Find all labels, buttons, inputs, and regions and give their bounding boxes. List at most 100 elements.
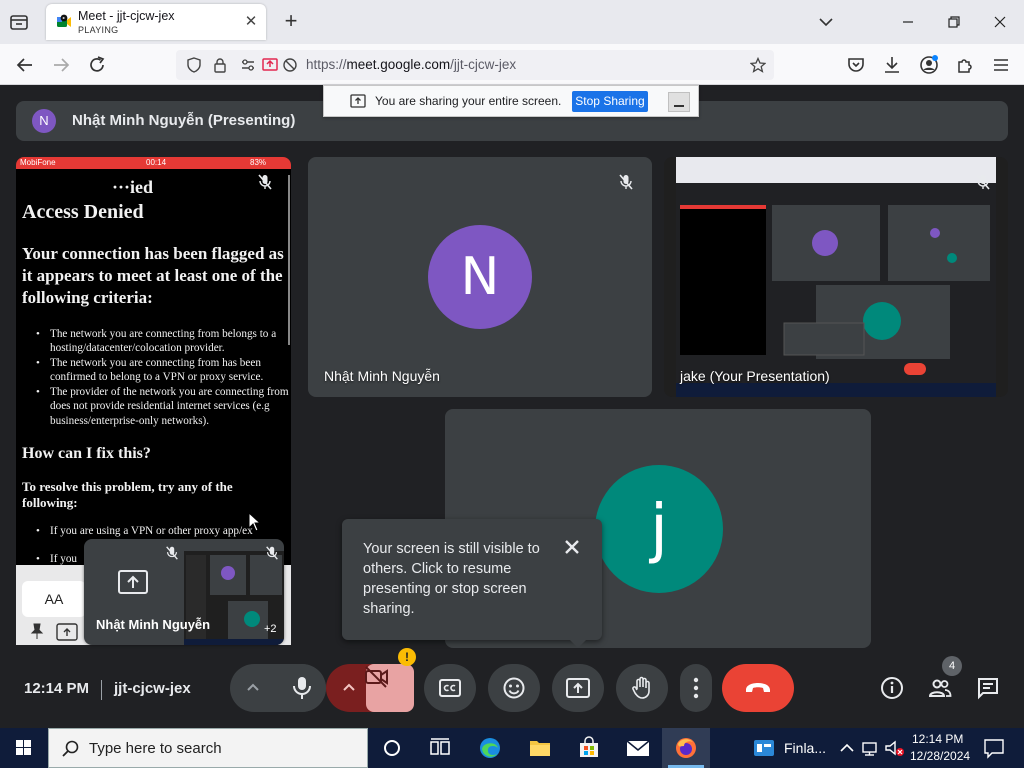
- file-explorer-icon[interactable]: [528, 736, 552, 760]
- share-screen-icon: [350, 94, 366, 108]
- tab-overflow-chevron-icon[interactable]: [816, 12, 836, 32]
- text-size-button[interactable]: AA: [22, 581, 86, 617]
- downloads-icon[interactable]: [881, 54, 903, 76]
- mail-icon[interactable]: [626, 736, 650, 760]
- address-bar[interactable]: https://meet.google.com/jjt-cjcw-jex: [176, 50, 774, 80]
- search-icon: [62, 740, 79, 757]
- reload-icon[interactable]: [86, 54, 108, 76]
- account-icon[interactable]: [918, 54, 940, 76]
- tab-meet[interactable]: Meet - jjt-cjcw-jex PLAYING ✕: [46, 4, 266, 40]
- camera-warning-icon: !: [398, 648, 416, 666]
- mic-button[interactable]: [278, 664, 326, 712]
- mic-control-group: [230, 664, 326, 712]
- page-lead: Your connection has been flagged as it a…: [22, 244, 284, 307]
- screen-sharing-banner: You are sharing your entire screen. Stop…: [323, 85, 699, 117]
- bookmark-star-icon[interactable]: [749, 56, 767, 73]
- new-tab-button[interactable]: +: [280, 10, 302, 32]
- raise-hand-button[interactable]: [616, 664, 668, 712]
- reactions-button[interactable]: [488, 664, 540, 712]
- taskbar-search-input[interactable]: Type here to search: [48, 728, 368, 768]
- windows-start-icon[interactable]: [0, 728, 48, 768]
- presenter-avatar: N: [32, 109, 56, 133]
- leave-call-button[interactable]: [722, 664, 794, 712]
- tab-close-button[interactable]: ✕: [242, 13, 260, 31]
- minimize-window-icon[interactable]: [898, 12, 918, 32]
- share-banner-text: You are sharing your entire screen.: [375, 94, 562, 108]
- people-icon[interactable]: [928, 676, 952, 700]
- people-count-badge: 4: [942, 656, 962, 676]
- video-settings-chevron-icon[interactable]: [338, 676, 360, 698]
- taskbar-clock-time[interactable]: 12:14 PM: [912, 732, 963, 746]
- taskbar-app-label[interactable]: Finla...: [784, 740, 826, 756]
- toast-tail: [570, 640, 586, 648]
- pip-participant-name: Nhật Minh Nguyễn: [96, 617, 211, 632]
- page-heading-partial: ···ied: [112, 177, 154, 197]
- phone-clock: 00:14: [146, 158, 167, 167]
- hide-banner-button[interactable]: [668, 92, 690, 112]
- chat-icon[interactable]: [976, 676, 1000, 700]
- camera-control-group: !: [326, 648, 416, 712]
- firefox-icon: [676, 738, 696, 758]
- participant-tile[interactable]: N Nhật Minh Nguyễn: [308, 157, 652, 397]
- more-options-button[interactable]: [680, 664, 712, 712]
- presentation-tile[interactable]: jake (Your Presentation): [664, 157, 1008, 397]
- phone-status-bar: MobiFone 00:14 83%: [16, 157, 291, 169]
- meeting-details-info-icon[interactable]: [880, 676, 904, 700]
- task-view-icon[interactable]: [428, 736, 452, 760]
- mic-off-icon: [256, 173, 274, 191]
- lock-icon[interactable]: [212, 57, 228, 73]
- camera-off-button[interactable]: [365, 664, 414, 712]
- windows-taskbar: Type here to search Finla... 12:14 PM 12…: [0, 728, 1024, 768]
- screen-share-indicator-icon[interactable]: [262, 57, 278, 73]
- mic-off-icon: [974, 173, 992, 191]
- audio-settings-chevron-icon[interactable]: [242, 676, 264, 698]
- phone-scrollbar: [288, 175, 290, 345]
- present-now-button[interactable]: [552, 664, 604, 712]
- mic-off-icon: [264, 545, 282, 563]
- network-icon[interactable]: [860, 736, 880, 760]
- menu-hamburger-icon[interactable]: [990, 54, 1012, 76]
- permissions-icon[interactable]: [240, 57, 256, 73]
- meet-favicon-icon: [56, 14, 72, 30]
- phone-carrier: MobiFone: [20, 158, 56, 167]
- restore-window-icon[interactable]: [944, 12, 964, 32]
- cortana-icon[interactable]: [380, 736, 404, 760]
- page-heading: Access Denied: [22, 201, 144, 223]
- meeting-code: jjt-cjcw-jex: [114, 680, 191, 697]
- firefox-taskbar-button[interactable]: [662, 728, 710, 768]
- phone-battery: 83%: [250, 158, 267, 167]
- screen-visible-toast: Your screen is still visible to others. …: [342, 519, 602, 648]
- notifications-icon[interactable]: [982, 736, 1006, 760]
- presentation-thumbnail: [676, 157, 996, 397]
- page-subheading: How can I fix this?: [22, 445, 151, 462]
- self-view-pip[interactable]: Nhật Minh Nguyễn +2: [84, 539, 284, 645]
- back-arrow-icon[interactable]: [14, 54, 36, 76]
- store-icon[interactable]: [577, 736, 601, 760]
- close-window-icon[interactable]: [990, 12, 1010, 32]
- page-paragraph: To resolve this problem, try any of the …: [22, 479, 233, 510]
- divider: [101, 680, 102, 700]
- taskbar-clock-date[interactable]: 12/28/2024: [910, 749, 970, 763]
- tab-list-icon[interactable]: [8, 11, 30, 33]
- presentation-name: jake (Your Presentation): [680, 368, 830, 384]
- browser-nav-bar: https://meet.google.com/jjt-cjcw-jex: [0, 44, 1024, 85]
- meet-stage: N Nhật Minh Nguyễn (Presenting) MobiFone…: [0, 85, 1024, 728]
- shield-icon[interactable]: [186, 57, 202, 73]
- edge-browser-icon[interactable]: [478, 736, 502, 760]
- volume-muted-icon[interactable]: [884, 736, 906, 760]
- tray-chevron-up-icon[interactable]: [838, 736, 856, 760]
- captions-button[interactable]: [424, 664, 476, 712]
- tab-title: Meet - jjt-cjcw-jex: [78, 9, 175, 23]
- stop-sharing-button[interactable]: Stop Sharing: [572, 91, 648, 112]
- app-window-icon[interactable]: [752, 736, 776, 760]
- toast-close-button[interactable]: [560, 535, 584, 559]
- autoplay-blocked-icon[interactable]: [282, 57, 298, 73]
- mic-off-icon: [617, 173, 635, 191]
- url-text: https://meet.google.com/jjt-cjcw-jex: [306, 57, 517, 72]
- forward-arrow-icon[interactable]: [50, 54, 72, 76]
- extensions-icon[interactable]: [954, 54, 976, 76]
- search-placeholder: Type here to search: [89, 740, 222, 757]
- participant-avatar: j: [595, 465, 723, 593]
- list-item: The network you are connecting from belo…: [36, 327, 290, 356]
- pocket-icon[interactable]: [845, 54, 867, 76]
